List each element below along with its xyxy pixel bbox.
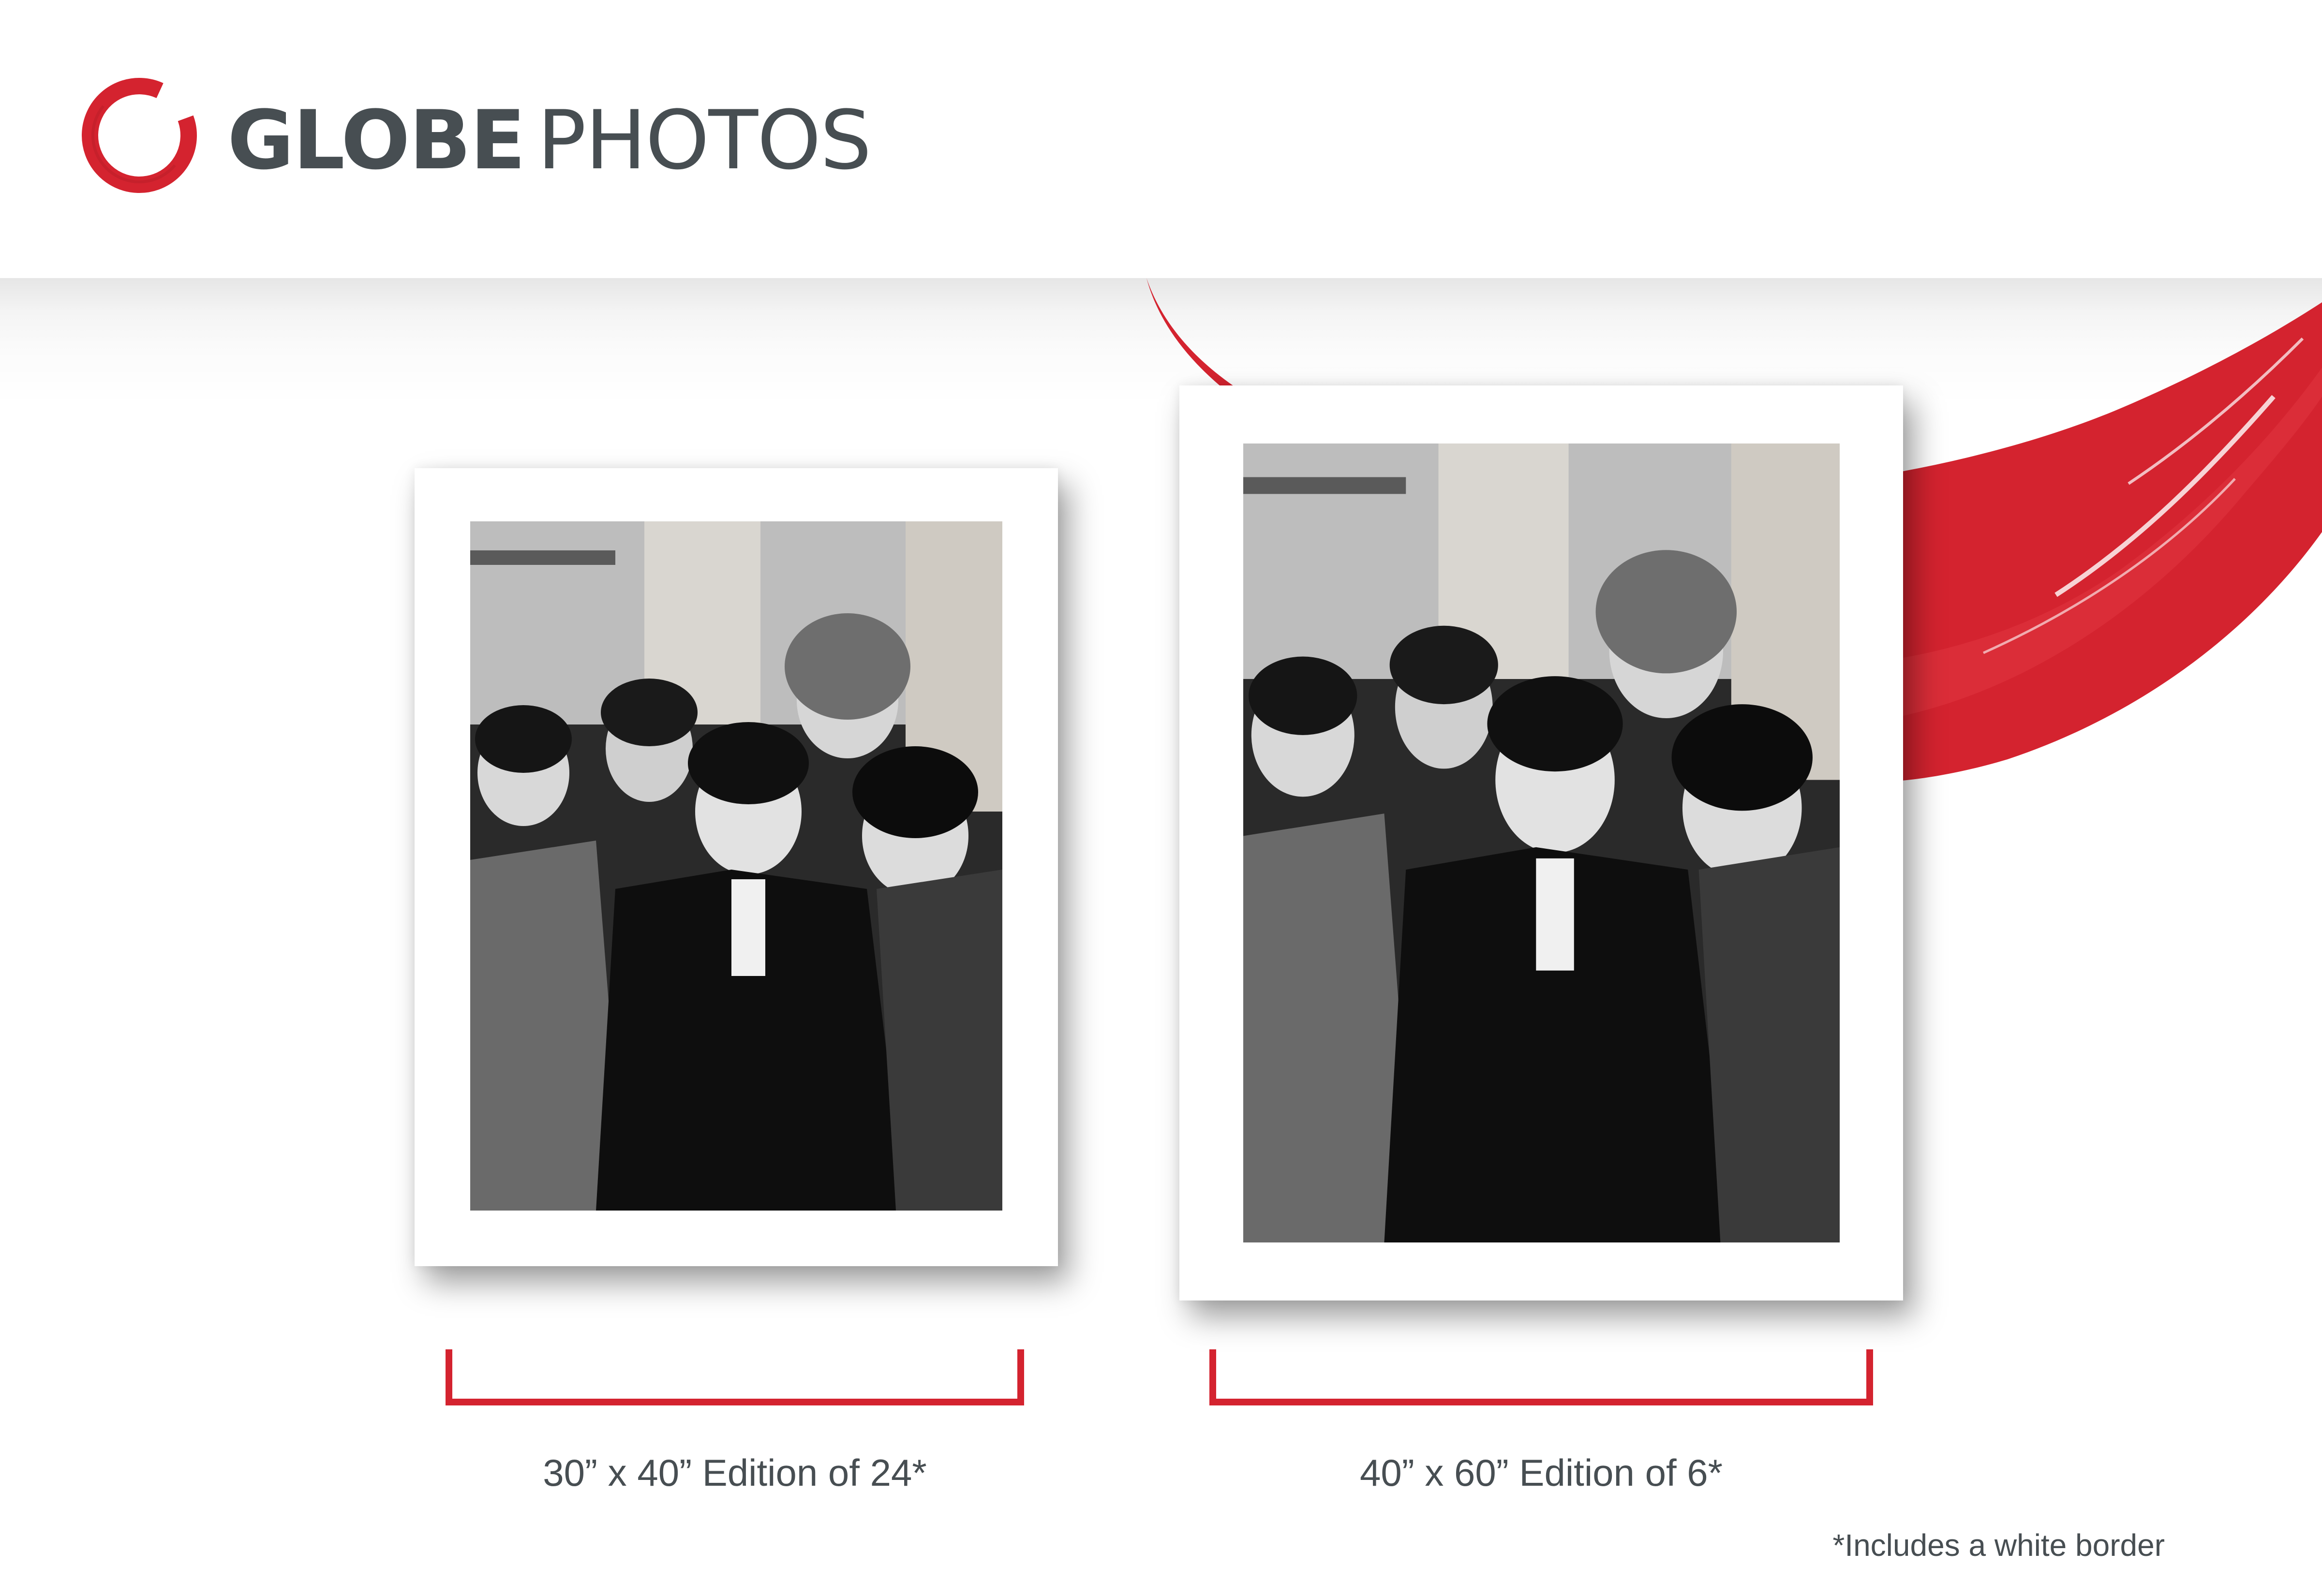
print-caption-40x60: 40” x 60” Edition of 6* (1359, 1451, 1723, 1494)
size-bracket-40x60 (1209, 1349, 1873, 1405)
band-photo (1243, 443, 1840, 1242)
brand-logo-text: GLOBE PHOTOS (227, 87, 872, 193)
print-40x60 (1179, 385, 1903, 1300)
background-band (0, 278, 2322, 1596)
globe-logo-icon (82, 78, 197, 193)
band-photo (470, 521, 1002, 1211)
print-caption-30x40: 30” x 40” Edition of 24* (543, 1451, 927, 1494)
brand-word-photos: PHOTOS (537, 93, 872, 188)
footnote: *Includes a white border (1832, 1528, 2165, 1563)
photo-image (470, 521, 1002, 1211)
photo-image (1243, 443, 1840, 1242)
brand-word-globe: GLOBE (227, 93, 526, 188)
size-bracket-30x40 (446, 1349, 1024, 1405)
header: GLOBE PHOTOS (0, 0, 2322, 278)
print-30x40 (415, 468, 1058, 1266)
